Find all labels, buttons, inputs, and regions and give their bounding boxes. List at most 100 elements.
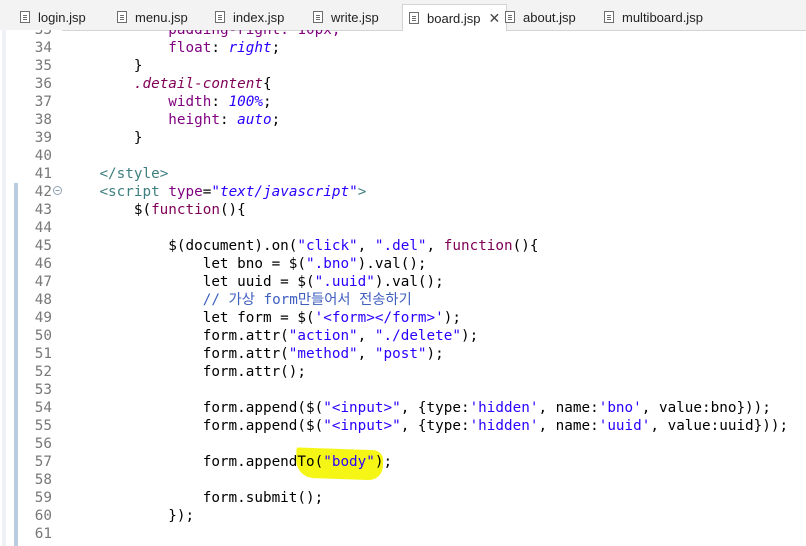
code-line[interactable]: 50 form.attr("action", "./delete"); xyxy=(0,327,806,345)
tab-label: menu.jsp xyxy=(135,9,188,25)
code-token: : xyxy=(211,94,229,110)
code-line[interactable]: 57 form.appendTo("body"); xyxy=(0,453,806,471)
code-token: , xyxy=(426,238,444,254)
code-line[interactable]: 55 form.append($("<input>", {type:'hidde… xyxy=(0,417,806,435)
code-line[interactable]: 53 xyxy=(0,381,806,399)
tab-label: multiboard.jsp xyxy=(622,9,703,25)
line-number: 39 xyxy=(34,130,52,146)
jsp-file-icon xyxy=(313,11,323,23)
code-line[interactable]: 39 } xyxy=(0,129,806,147)
code-token: (){ xyxy=(219,202,246,218)
code-line[interactable]: 36 .detail-content{ xyxy=(0,75,806,93)
code-line[interactable]: 37 width: 100%; xyxy=(0,93,806,111)
line-number: 61 xyxy=(34,526,52,542)
line-number: 57 xyxy=(34,454,52,470)
code-editor[interactable]: 33 padding-right: 10px; 34 float: right; 3… xyxy=(0,30,806,546)
code-token: ); xyxy=(374,454,393,470)
tab-label: write.jsp xyxy=(331,9,379,25)
code-line[interactable]: 33 padding-right: 10px; xyxy=(0,30,806,39)
code-line[interactable]: 35 } xyxy=(0,57,806,75)
code-token: <script xyxy=(99,184,169,200)
code-line[interactable]: 34 float: right; xyxy=(0,39,806,57)
code-line[interactable]: 43 $(function(){ xyxy=(0,201,806,219)
code-token: "action" xyxy=(288,328,358,344)
code-line[interactable]: 45 $(document).on("click", ".del", funct… xyxy=(0,237,806,255)
tab-write-jsp[interactable]: write.jsp xyxy=(313,4,379,30)
tab-menu-jsp[interactable]: menu.jsp xyxy=(117,4,188,30)
code-token: 'bno' xyxy=(598,400,642,416)
tab-login-jsp[interactable]: login.jsp xyxy=(20,4,86,30)
code-line[interactable]: 58 xyxy=(0,471,806,489)
tab-about-jsp[interactable]: about.jsp xyxy=(505,4,576,30)
tab-index-jsp[interactable]: index.jsp xyxy=(215,4,284,30)
code-line[interactable]: 54 form.append($("<input>", {type:'hidde… xyxy=(0,399,806,417)
fold-collapse-icon[interactable]: − xyxy=(53,186,62,195)
jsp-file-icon xyxy=(409,12,419,24)
code-token: , value:bno})); xyxy=(641,400,771,416)
code-text: form.attr(); xyxy=(65,363,306,381)
code-token: $( xyxy=(65,202,152,218)
jsp-file-icon xyxy=(215,11,225,23)
code-line[interactable]: 47 let uuid = $(".uuid").val(); xyxy=(0,273,806,291)
code-line[interactable]: 46 let bno = $(".bno").val(); xyxy=(0,255,806,273)
code-token: form.attr(); xyxy=(65,364,307,380)
code-line[interactable]: 44 xyxy=(0,219,806,237)
code-line[interactable]: 38 height: auto; xyxy=(0,111,806,129)
code-text: .detail-content{ xyxy=(65,75,272,93)
code-token: </style> xyxy=(99,166,169,182)
jsp-file-icon xyxy=(20,11,30,23)
code-token: , {type: xyxy=(400,400,470,416)
tab-label: about.jsp xyxy=(523,9,576,25)
code-token: , name: xyxy=(538,400,599,416)
code-token: float xyxy=(168,40,212,56)
tab-multiboard-jsp[interactable]: multiboard.jsp xyxy=(604,4,703,30)
code-token: > xyxy=(357,184,367,200)
code-text: padding-right: 10px; xyxy=(65,30,340,39)
editor-tab-bar: login.jsp menu.jsp index.jsp write.jsp board… xyxy=(0,0,806,31)
code-line[interactable]: 59 form.submit(); xyxy=(0,489,806,507)
tab-board-jsp[interactable]: board.jsp ✕ xyxy=(402,4,508,31)
code-line[interactable]: 61 xyxy=(0,525,806,543)
code-line[interactable]: 48 // 가상 form만들어서 전송하기 xyxy=(0,291,806,309)
code-line[interactable]: 51 form.attr("method", "post"); xyxy=(0,345,806,363)
line-number: 45 xyxy=(34,238,52,254)
line-number: 40 xyxy=(34,148,52,164)
code-token: 100% xyxy=(228,94,263,110)
code-line[interactable]: 41 </style> xyxy=(0,165,806,183)
line-number: 37 xyxy=(34,94,52,110)
code-text: form.submit(); xyxy=(65,489,324,507)
line-number: 36 xyxy=(34,76,52,92)
line-number: 60 xyxy=(34,508,52,524)
code-line[interactable]: 40 xyxy=(0,147,806,165)
close-icon[interactable]: ✕ xyxy=(488,10,500,27)
code-line[interactable]: 49 let form = $('<form></form>'); xyxy=(0,309,806,327)
code-token: { xyxy=(263,76,272,92)
line-number: 38 xyxy=(34,112,52,128)
code-line[interactable]: 42− <script type="text/javascript"> xyxy=(0,183,806,201)
line-number: 47 xyxy=(34,274,52,290)
code-text: form.append($("<input>", {type:'hidden',… xyxy=(65,399,771,417)
line-number: 33 xyxy=(34,30,52,38)
code-token: } xyxy=(65,58,143,74)
code-line[interactable]: 56 xyxy=(0,435,806,453)
code-token: '<form></form>' xyxy=(314,310,444,326)
code-token: ).val(); xyxy=(357,256,427,272)
code-text: form.attr("action", "./delete"); xyxy=(65,327,478,345)
code-token: , xyxy=(357,346,375,362)
code-line[interactable]: 52 form.attr(); xyxy=(0,363,806,381)
code-token: "body" xyxy=(323,454,375,470)
code-token: ); xyxy=(460,328,479,344)
code-token: ; xyxy=(271,112,281,128)
code-token: form.attr( xyxy=(65,346,289,362)
code-line[interactable]: 60 }); xyxy=(0,507,806,525)
code-token: , xyxy=(357,238,375,254)
code-text: $(function(){ xyxy=(65,201,246,219)
code-text: // 가상 form만들어서 전송하기 xyxy=(65,291,412,309)
code-text: let bno = $(".bno").val(); xyxy=(65,255,427,273)
code-token: function xyxy=(151,202,220,218)
code-token: ; xyxy=(263,94,272,110)
